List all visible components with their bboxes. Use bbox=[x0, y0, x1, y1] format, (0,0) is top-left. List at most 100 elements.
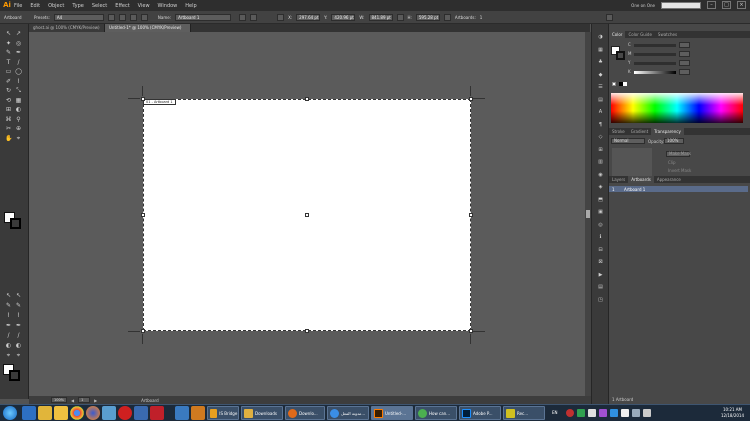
panel-icon[interactable]: ☰ bbox=[597, 84, 604, 90]
doc-tab-untitled[interactable]: Untitled-1* @ 100% (CMYK/Preview) bbox=[105, 24, 191, 32]
panel-icon[interactable]: ▤ bbox=[597, 97, 604, 103]
opacity-field[interactable]: 100% bbox=[664, 138, 684, 144]
taskbar-item-downloads[interactable]: Downloads bbox=[241, 406, 283, 420]
tool-icon[interactable]: ◐ bbox=[5, 342, 12, 349]
reference-point-icon[interactable] bbox=[277, 13, 285, 21]
none-swatch[interactable] bbox=[612, 82, 616, 86]
panel-icon[interactable]: ▥ bbox=[597, 159, 604, 165]
tool-icon[interactable]: ↖ bbox=[5, 30, 12, 37]
tab-artboards[interactable]: Artboards bbox=[628, 176, 654, 183]
blend-mode-select[interactable]: Normal bbox=[611, 138, 645, 144]
panel-icon[interactable]: ℹ bbox=[597, 234, 604, 240]
chrome-icon[interactable] bbox=[70, 406, 84, 420]
menu-window[interactable]: Window bbox=[158, 3, 178, 9]
pinned-app-icon[interactable] bbox=[102, 406, 116, 420]
tool-icon[interactable]: ✎ bbox=[5, 302, 12, 309]
pinned-app-icon[interactable] bbox=[38, 406, 52, 420]
tool-icon[interactable]: ⌇ bbox=[15, 312, 22, 319]
doc-tab-ghost[interactable]: ghost.ai @ 100% (CMYK/Preview) bbox=[29, 24, 105, 32]
panel-icon[interactable]: ◇ bbox=[597, 134, 604, 140]
tool-icon[interactable]: ✋ bbox=[5, 135, 12, 142]
tool-icon[interactable]: / bbox=[15, 59, 22, 66]
menu-view[interactable]: View bbox=[138, 3, 150, 9]
panel-icon[interactable]: ¶ bbox=[597, 122, 604, 128]
search-input[interactable] bbox=[661, 1, 701, 9]
tool-icon[interactable]: ✐ bbox=[5, 78, 12, 85]
panel-icon[interactable]: ◳ bbox=[597, 297, 604, 303]
panel-icon[interactable]: A bbox=[597, 109, 604, 115]
tab-color[interactable]: Color bbox=[609, 31, 626, 38]
value-m[interactable] bbox=[679, 51, 690, 57]
tool-icon[interactable]: ⌖ bbox=[5, 352, 12, 359]
stroke-swatch[interactable] bbox=[616, 51, 625, 60]
tool-icon[interactable]: ✒ bbox=[15, 322, 22, 329]
taskbar-item-blog[interactable]: مدونة المعل... bbox=[327, 406, 369, 420]
taskbar-item-illustrator[interactable]: Untitled-... bbox=[371, 406, 413, 420]
panel-icon[interactable]: ◑ bbox=[597, 34, 604, 40]
pinned-app-icon[interactable] bbox=[134, 406, 148, 420]
white-swatch[interactable] bbox=[623, 82, 627, 86]
tool-icon[interactable]: / bbox=[5, 332, 12, 339]
next-artboard-icon[interactable]: ▶ bbox=[94, 398, 97, 403]
slider-c[interactable] bbox=[634, 44, 676, 47]
tool-icon[interactable]: ⊞ bbox=[5, 106, 12, 113]
panel-icon[interactable]: ▦ bbox=[597, 47, 604, 53]
tool-icon[interactable]: ◯ bbox=[15, 68, 22, 75]
panel-icon[interactable]: ⊠ bbox=[597, 259, 604, 265]
tab-swatches[interactable]: Swatches bbox=[655, 31, 680, 38]
workspace-switcher[interactable]: One on One bbox=[631, 3, 655, 8]
tool-icon[interactable]: ⌇ bbox=[5, 312, 12, 319]
tab-gradient[interactable]: Gradient bbox=[628, 128, 651, 135]
maximize-button[interactable]: □ bbox=[722, 1, 731, 9]
taskbar-item-bridge[interactable]: IS Bridge ... bbox=[207, 406, 239, 420]
close-button[interactable]: × bbox=[737, 1, 746, 9]
tool-icon[interactable]: ✎ bbox=[15, 302, 22, 309]
start-button[interactable] bbox=[3, 406, 17, 420]
panel-icon[interactable]: ▣ bbox=[597, 209, 604, 215]
tool-icon[interactable]: ⌇ bbox=[15, 78, 22, 85]
tool-icon[interactable]: ✦ bbox=[5, 40, 12, 47]
prev-artboard-icon[interactable]: ◀ bbox=[71, 398, 74, 403]
portrait-icon[interactable] bbox=[107, 13, 115, 21]
pinned-app-icon[interactable] bbox=[150, 406, 164, 420]
language-indicator[interactable]: EN bbox=[552, 410, 558, 415]
menu-object[interactable]: Object bbox=[48, 3, 64, 9]
tool-icon[interactable]: ◎ bbox=[15, 40, 22, 47]
handle-center[interactable] bbox=[305, 213, 309, 217]
tool-icon[interactable]: ▭ bbox=[5, 68, 12, 75]
panel-icon[interactable]: ◉ bbox=[597, 172, 604, 178]
menu-edit[interactable]: Edit bbox=[30, 3, 40, 9]
delete-artboard-icon[interactable] bbox=[140, 13, 148, 21]
menu-file[interactable]: File bbox=[14, 3, 22, 9]
tray-icon[interactable] bbox=[599, 409, 607, 417]
stroke-color-swatch[interactable] bbox=[9, 370, 20, 381]
handle-tm[interactable] bbox=[305, 97, 309, 101]
tool-icon[interactable]: T bbox=[5, 59, 12, 66]
tray-icon[interactable] bbox=[610, 409, 618, 417]
system-clock[interactable]: 10:21 AM 12/18/2014 bbox=[721, 407, 744, 419]
taskbar-item-recorder[interactable]: Rec... bbox=[503, 406, 545, 420]
handle-tl[interactable] bbox=[141, 97, 145, 101]
tool-icon[interactable]: ▦ bbox=[15, 97, 22, 104]
menu-select[interactable]: Select bbox=[92, 3, 107, 9]
y-field[interactable]: 420.96 pt bbox=[331, 13, 356, 21]
panel-icon[interactable]: ♣ bbox=[597, 59, 604, 65]
tray-icon[interactable] bbox=[566, 409, 574, 417]
taskbar-item-chrome[interactable]: How can... bbox=[415, 406, 457, 420]
tray-icon[interactable] bbox=[621, 409, 629, 417]
panel-icon[interactable]: ◈ bbox=[597, 184, 604, 190]
menu-type[interactable]: Type bbox=[72, 3, 83, 9]
value-c[interactable] bbox=[679, 42, 690, 48]
panel-icon[interactable]: ▶ bbox=[597, 272, 604, 278]
panel-icon[interactable]: ⬒ bbox=[597, 197, 604, 203]
tool-icon[interactable]: ⌖ bbox=[15, 352, 22, 359]
tool-icon[interactable]: ◐ bbox=[15, 106, 22, 113]
menu-effect[interactable]: Effect bbox=[115, 3, 129, 9]
pinned-app-icon[interactable] bbox=[175, 406, 189, 420]
opera-icon[interactable] bbox=[118, 406, 132, 420]
minimize-button[interactable]: – bbox=[707, 1, 716, 9]
taskbar-item-photoshop[interactable]: Adobe P... bbox=[459, 406, 501, 420]
tool-icon[interactable]: / bbox=[15, 332, 22, 339]
pinned-app-icon[interactable] bbox=[22, 406, 36, 420]
clip-checkbox[interactable]: Clip bbox=[668, 160, 676, 165]
